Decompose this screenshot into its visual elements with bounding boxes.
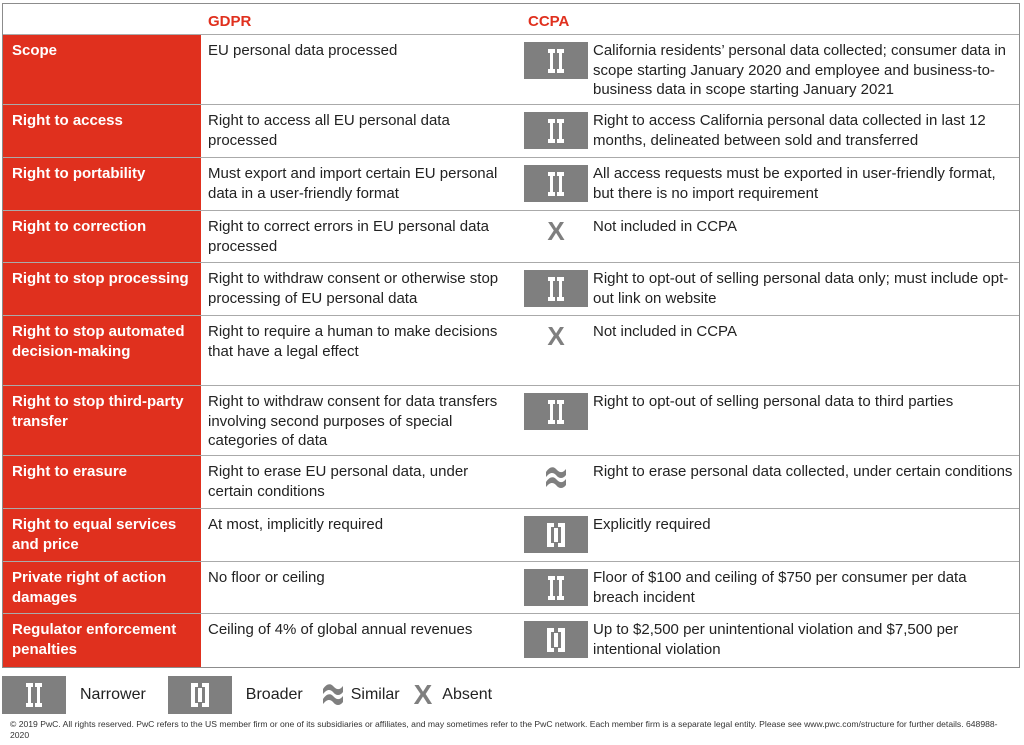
- row-label: Right to stop third-party transfer: [3, 386, 201, 455]
- ccpa-cell: Up to $2,500 per unintentional violation…: [593, 621, 959, 658]
- narrower-icon: [524, 112, 588, 149]
- legend-narrower: Narrower: [80, 686, 146, 703]
- row-label: Right to correction: [3, 211, 201, 262]
- narrower-icon: [524, 270, 588, 307]
- comparison-icon-cell: [519, 105, 593, 157]
- comparison-icon-cell: [519, 386, 593, 455]
- header-blank: [3, 4, 201, 34]
- comparison-icon-cell: [519, 614, 593, 667]
- gdpr-cell: Right to erase EU personal data, under c…: [208, 463, 469, 500]
- ccpa-cell: Not included in CCPA: [593, 323, 737, 340]
- comparison-icon-cell: [519, 158, 593, 210]
- absent-icon: X: [547, 321, 565, 351]
- ccpa-cell: Floor of $100 and ceiling of $750 per co…: [593, 569, 967, 606]
- gdpr-cell: Ceiling of 4% of global annual revenues: [208, 621, 473, 638]
- copyright-footer: © 2019 PwC. All rights reserved. PwC ref…: [10, 719, 998, 740]
- table-row: Right to access Right to access all EU pe…: [3, 105, 1019, 158]
- narrower-icon: [2, 676, 66, 714]
- absent-icon: X: [547, 216, 565, 246]
- narrower-icon: [524, 42, 588, 79]
- header-gdpr: GDPR: [208, 13, 252, 30]
- header-ccpa: CCPA: [528, 13, 570, 30]
- table-row: Scope EU personal data processed Californi…: [3, 35, 1019, 105]
- gdpr-cell: Right to withdraw consent for data trans…: [208, 393, 498, 449]
- table-row: Right to portability Must export and impo…: [3, 158, 1019, 211]
- absent-icon: X: [413, 679, 433, 710]
- row-label: Right to stop processing: [3, 263, 201, 315]
- row-label: Regulator enforcement penalties: [3, 614, 201, 667]
- narrower-icon: [524, 165, 588, 202]
- table-row: Right to stop processing Right to withdra…: [3, 263, 1019, 316]
- gdpr-cell: Must export and import certain EU person…: [208, 165, 498, 202]
- comparison-icon-cell: X: [519, 316, 593, 385]
- ccpa-cell: Right to opt-out of selling personal dat…: [593, 270, 1009, 307]
- legend-broader: Broader: [245, 686, 303, 703]
- row-label: Scope: [3, 35, 201, 104]
- ccpa-cell: Not included in CCPA: [593, 218, 737, 235]
- table-body: Scope EU personal data processed Californi…: [3, 35, 1019, 667]
- legend-absent: Absent: [442, 686, 493, 703]
- table-row: Right to stop automated decision-making R…: [3, 316, 1019, 386]
- similar-icon: [322, 684, 343, 705]
- ccpa-cell: All access requests must be exported in …: [593, 165, 996, 202]
- row-label: Private right of action damages: [3, 562, 201, 613]
- row-label: Right to portability: [3, 158, 201, 210]
- similar-icon: [546, 467, 566, 488]
- ccpa-cell: Explicitly required: [593, 516, 711, 533]
- gdpr-cell: At most, implicitly required: [208, 516, 384, 533]
- broader-icon: [524, 516, 588, 553]
- comparison-icon-cell: [519, 35, 593, 104]
- ccpa-cell: Right to opt-out of selling personal dat…: [593, 393, 954, 410]
- broader-icon: [167, 676, 232, 714]
- gdpr-cell: Right to withdraw consent or otherwise s…: [208, 270, 499, 307]
- table-header: GDPR CCPA: [3, 4, 1019, 35]
- gdpr-cell: Right to require a human to make decisio…: [208, 323, 498, 360]
- row-label: Right to erasure: [3, 456, 201, 508]
- table-row: Private right of action damages No floor …: [3, 562, 1019, 614]
- comparison-icon-cell: X: [519, 211, 593, 262]
- gdpr-cell: Right to correct errors in EU personal d…: [208, 218, 489, 255]
- ccpa-cell: California residents’ personal data coll…: [593, 42, 1007, 98]
- legend-similar: Similar: [350, 686, 400, 703]
- table-row: Regulator enforcement penalties Ceiling o…: [3, 614, 1019, 667]
- ccpa-cell: Right to access California personal data…: [593, 112, 986, 149]
- row-label: Right to stop automated decision-making: [3, 316, 201, 385]
- narrower-icon: [524, 569, 588, 606]
- gdpr-cell: EU personal data processed: [208, 42, 398, 59]
- broader-icon: [524, 621, 588, 658]
- table-row: Right to erasure Right to erase EU person…: [3, 456, 1019, 509]
- comparison-icon-cell: [519, 263, 593, 315]
- gdpr-cell: Right to access all EU personal data pro…: [208, 112, 450, 149]
- table-row: Right to stop third-party transfer Right …: [3, 386, 1019, 456]
- comparison-icon-cell: [519, 509, 593, 561]
- row-label: Right to access: [3, 105, 201, 157]
- table-row: Right to equal services and price At most…: [3, 509, 1019, 562]
- gdpr-cell: No floor or ceiling: [208, 569, 325, 586]
- comparison-table: GDPR CCPA Scope EU personal data processe…: [2, 3, 1020, 668]
- ccpa-cell: Right to erase personal data collected, …: [593, 463, 1013, 480]
- comparison-icon-cell: [519, 456, 593, 508]
- table-row: Right to correction Right to correct erro…: [3, 211, 1019, 263]
- narrower-icon: [524, 393, 588, 430]
- row-label: Right to equal services and price: [3, 509, 201, 561]
- legend: Narrower Broader Similar X Absent: [2, 676, 514, 714]
- comparison-icon-cell: [519, 562, 593, 613]
